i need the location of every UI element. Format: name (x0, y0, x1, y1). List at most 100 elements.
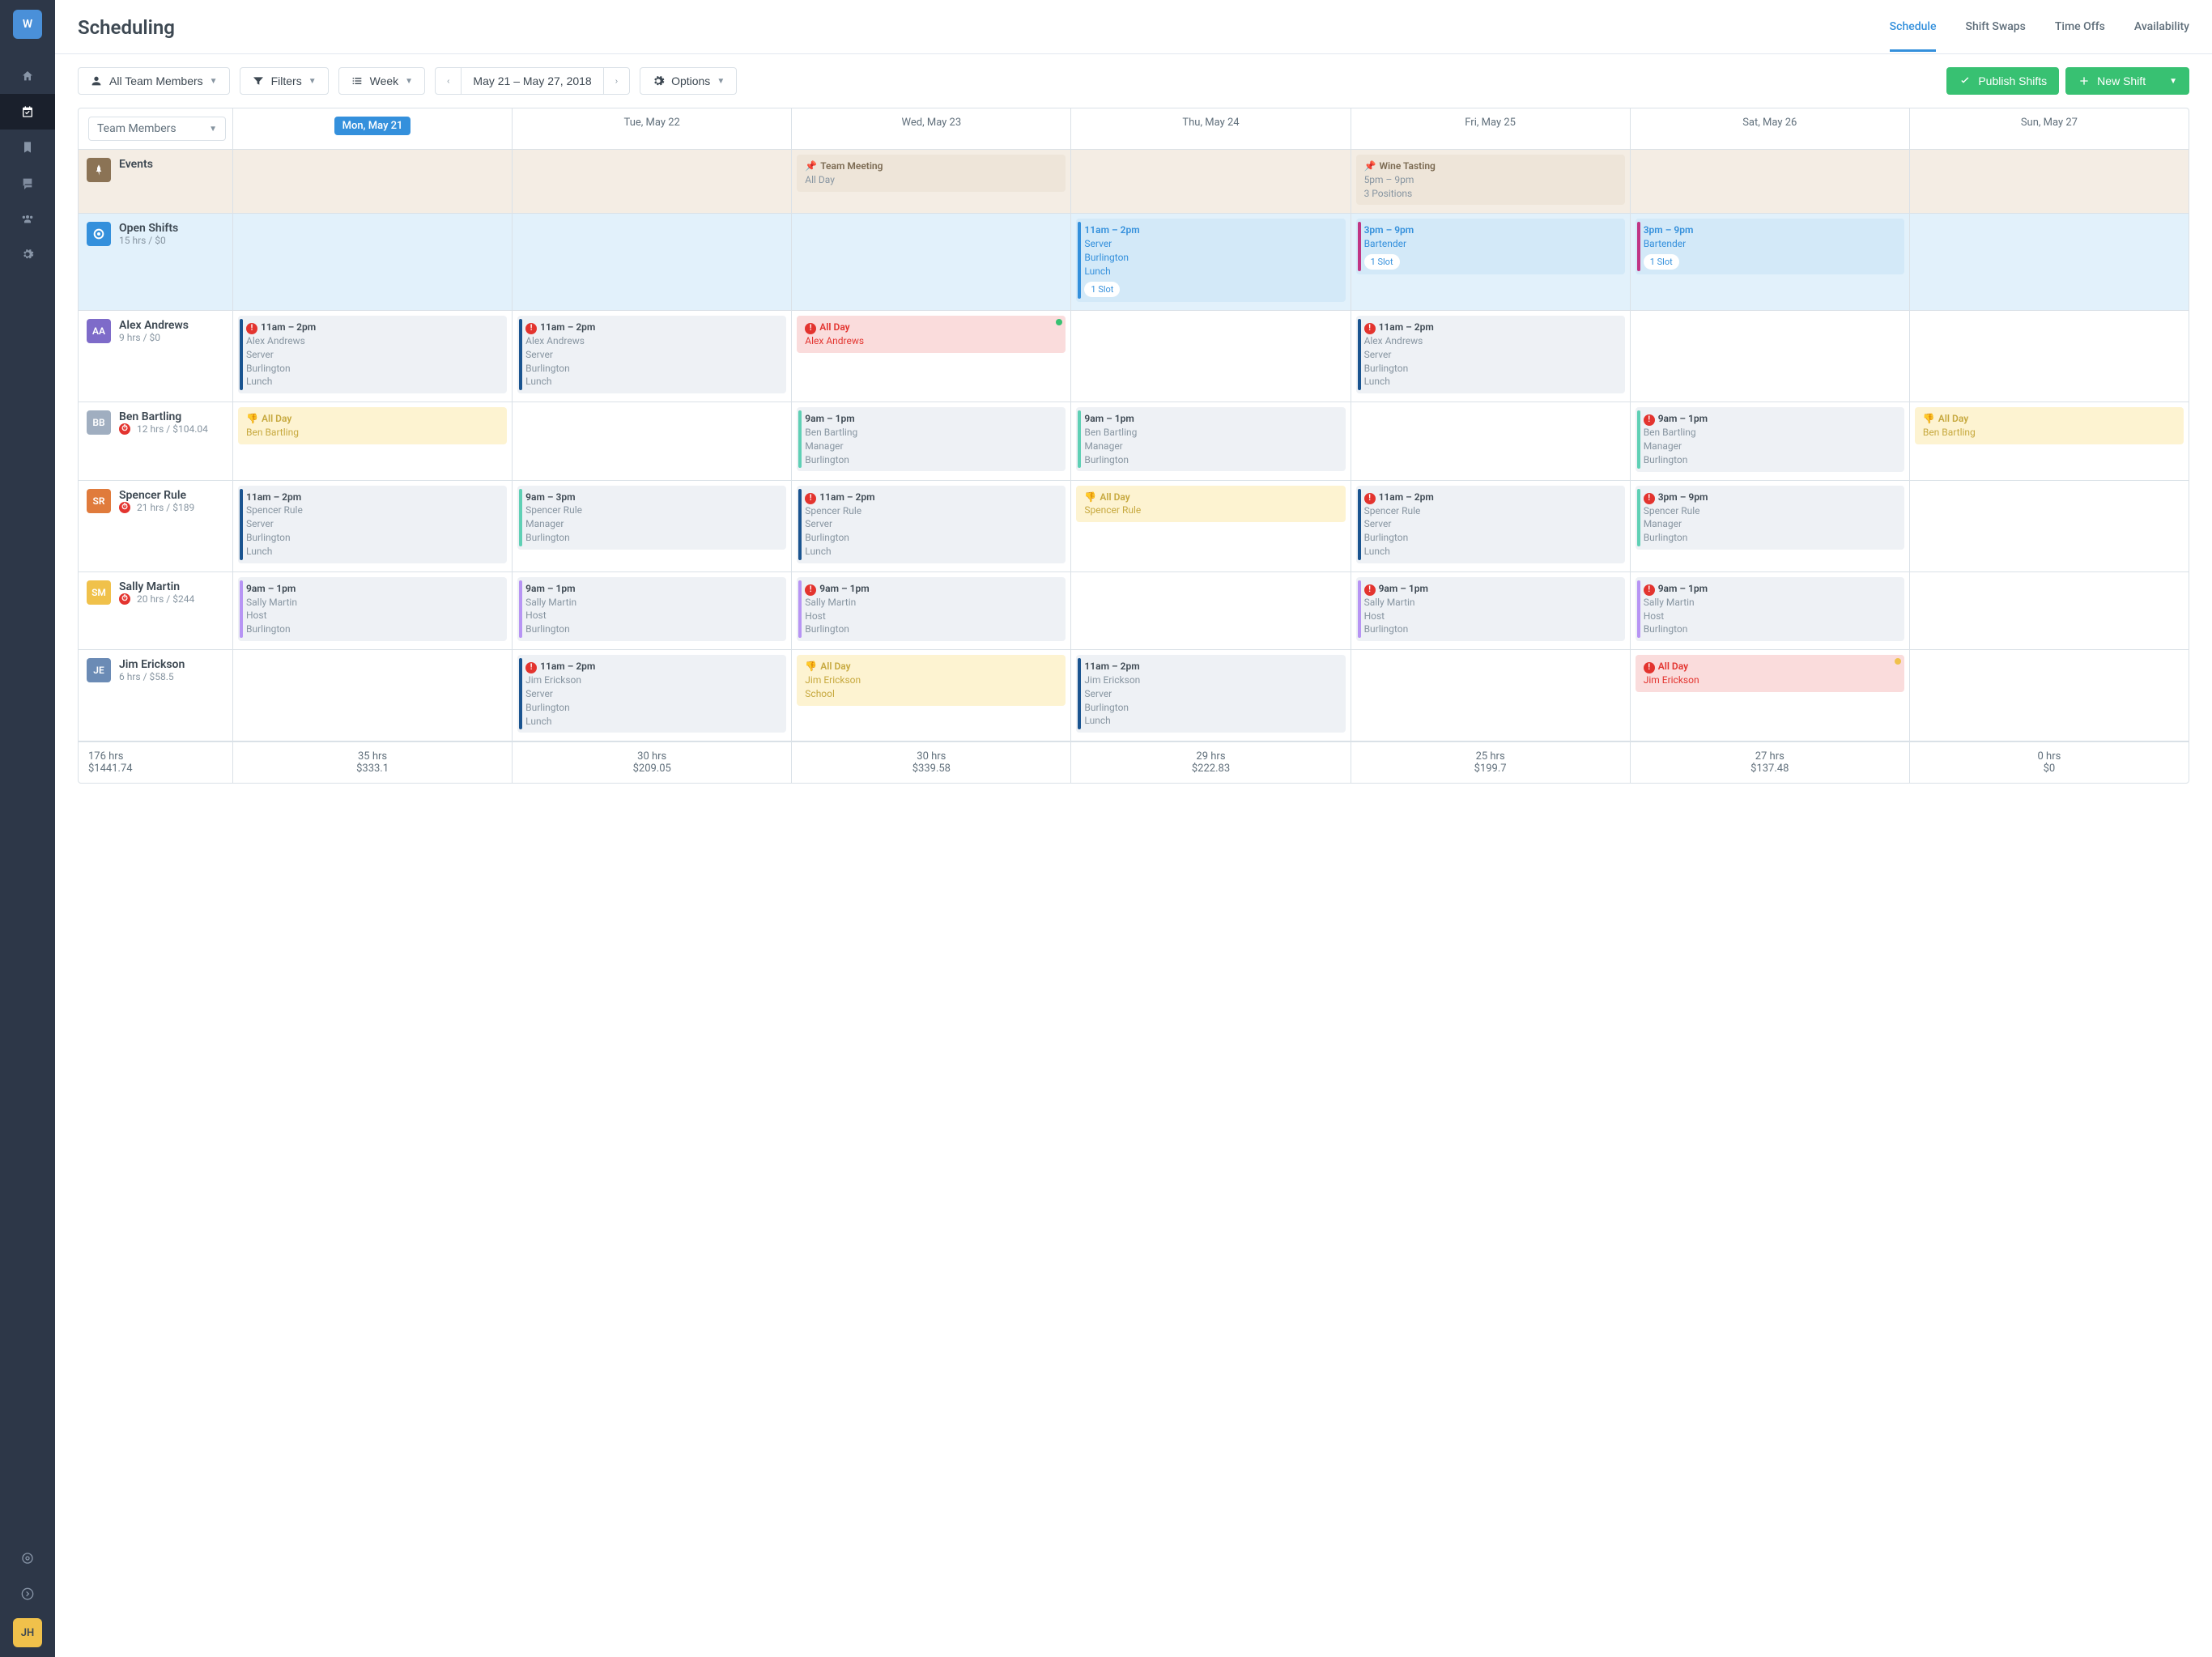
schedule-cell[interactable] (232, 214, 512, 310)
new-shift-button[interactable]: New Shift (2065, 67, 2158, 95)
shift-card[interactable]: 9am – 3pmSpencer RuleManagerBurlington (517, 486, 786, 550)
schedule-cell[interactable]: 11am – 2pmJim EricksonServerBurlingtonLu… (1070, 650, 1350, 741)
schedule-cell[interactable]: !11am – 2pmSpencer RuleServerBurlingtonL… (791, 481, 1070, 571)
shift-card[interactable]: !9am – 1pmBen BartlingManagerBurlington (1636, 407, 1904, 471)
day-header[interactable]: Wed, May 23 (791, 108, 1070, 149)
schedule-cell[interactable] (232, 650, 512, 741)
day-header[interactable]: Thu, May 24 (1070, 108, 1350, 149)
nav-logout[interactable] (0, 1576, 55, 1612)
row-label[interactable]: SRSpencer Rule⏱21 hrs / $189 (79, 481, 232, 571)
schedule-cell[interactable]: 📌Team MeetingAll Day (791, 150, 1070, 213)
shift-card[interactable]: 👎All DayBen Bartling (1915, 407, 2184, 444)
next-week-button[interactable]: › (603, 67, 630, 95)
new-shift-dropdown[interactable]: ▼ (2157, 67, 2189, 95)
shift-card[interactable]: !11am – 2pmAlex AndrewsServerBurlingtonL… (1356, 316, 1625, 393)
user-avatar[interactable]: JH (13, 1618, 42, 1647)
row-label[interactable]: Events (79, 150, 232, 213)
day-header[interactable]: Sun, May 27 (1909, 108, 2189, 149)
schedule-cell[interactable] (1070, 572, 1350, 649)
schedule-cell[interactable]: !9am – 1pmSally MartinHostBurlington (1351, 572, 1630, 649)
shift-card[interactable]: 👎All DayJim EricksonSchool (797, 655, 1066, 705)
row-label[interactable]: Open Shifts15 hrs / $0 (79, 214, 232, 310)
prev-week-button[interactable]: ‹ (435, 67, 462, 95)
shift-card[interactable]: 11am – 2pmSpencer RuleServerBurlingtonLu… (238, 486, 507, 563)
schedule-cell[interactable]: 👎All DayJim EricksonSchool (791, 650, 1070, 741)
schedule-cell[interactable]: !9am – 1pmSally MartinHostBurlington (791, 572, 1070, 649)
shift-card[interactable]: !9am – 1pmSally MartinHostBurlington (1356, 577, 1625, 641)
schedule-cell[interactable] (512, 150, 791, 213)
schedule-cell[interactable]: !3pm – 9pmSpencer RuleManagerBurlington (1630, 481, 1909, 571)
nav-chat[interactable] (0, 165, 55, 201)
schedule-cell[interactable]: 11am – 2pmServerBurlingtonLunch1 Slot (1070, 214, 1350, 310)
schedule-cell[interactable] (1909, 650, 2189, 741)
shift-card[interactable]: !All DayAlex Andrews (797, 316, 1066, 353)
shift-card[interactable]: 9am – 1pmBen BartlingManagerBurlington (797, 407, 1066, 471)
shift-card[interactable]: !11am – 2pmSpencer RuleServerBurlingtonL… (797, 486, 1066, 563)
schedule-cell[interactable]: 3pm – 9pmBartender1 Slot (1630, 214, 1909, 310)
row-label[interactable]: BBBen Bartling⏱12 hrs / $104.04 (79, 402, 232, 479)
shift-card[interactable]: 📌Team MeetingAll Day (797, 155, 1066, 192)
shift-card[interactable]: 👎All DayBen Bartling (238, 407, 507, 444)
row-label[interactable]: JEJim Erickson6 hrs / $58.5 (79, 650, 232, 741)
schedule-cell[interactable]: 9am – 1pmBen BartlingManagerBurlington (791, 402, 1070, 479)
row-label[interactable]: SMSally Martin⏱20 hrs / $244 (79, 572, 232, 649)
schedule-cell[interactable]: !11am – 2pmAlex AndrewsServerBurlingtonL… (232, 311, 512, 402)
schedule-cell[interactable]: 📌Wine Tasting5pm – 9pm3 Positions (1351, 150, 1630, 213)
schedule-cell[interactable]: !All DayJim Erickson (1630, 650, 1909, 741)
schedule-cell[interactable]: !11am – 2pmAlex AndrewsServerBurlingtonL… (512, 311, 791, 402)
schedule-cell[interactable]: !9am – 1pmSally MartinHostBurlington (1630, 572, 1909, 649)
shift-card[interactable]: 3pm – 9pmBartender1 Slot (1356, 219, 1625, 274)
shift-card[interactable]: 3pm – 9pmBartender1 Slot (1636, 219, 1904, 274)
schedule-cell[interactable]: 3pm – 9pmBartender1 Slot (1351, 214, 1630, 310)
schedule-cell[interactable]: 11am – 2pmSpencer RuleServerBurlingtonLu… (232, 481, 512, 571)
view-mode-button[interactable]: Week▼ (338, 67, 425, 95)
shift-card[interactable]: !11am – 2pmSpencer RuleServerBurlingtonL… (1356, 486, 1625, 563)
nav-settings[interactable] (0, 236, 55, 272)
schedule-cell[interactable]: 👎All DayBen Bartling (232, 402, 512, 479)
schedule-cell[interactable] (1909, 150, 2189, 213)
schedule-cell[interactable] (1909, 481, 2189, 571)
schedule-cell[interactable] (791, 214, 1070, 310)
date-range-button[interactable]: May 21 – May 27, 2018 (461, 67, 603, 95)
shift-card[interactable]: 11am – 2pmJim EricksonServerBurlingtonLu… (1076, 655, 1345, 733)
schedule-cell[interactable] (1351, 650, 1630, 741)
shift-card[interactable]: !9am – 1pmSally MartinHostBurlington (1636, 577, 1904, 641)
schedule-cell[interactable]: !9am – 1pmBen BartlingManagerBurlington (1630, 402, 1909, 479)
schedule-cell[interactable] (1070, 150, 1350, 213)
schedule-cell[interactable] (1909, 311, 2189, 402)
schedule-cell[interactable]: !11am – 2pmAlex AndrewsServerBurlingtonL… (1351, 311, 1630, 402)
shift-card[interactable]: 9am – 1pmSally MartinHostBurlington (517, 577, 786, 641)
nav-team[interactable] (0, 201, 55, 236)
row-label[interactable]: AAAlex Andrews9 hrs / $0 (79, 311, 232, 402)
options-button[interactable]: Options▼ (640, 67, 737, 95)
shift-card[interactable]: 📌Wine Tasting5pm – 9pm3 Positions (1356, 155, 1625, 205)
tab-schedule[interactable]: Schedule (1890, 20, 1937, 52)
day-header[interactable]: Sat, May 26 (1630, 108, 1909, 149)
schedule-cell[interactable]: 9am – 3pmSpencer RuleManagerBurlington (512, 481, 791, 571)
team-filter-button[interactable]: All Team Members▼ (78, 67, 230, 95)
schedule-cell[interactable]: 👎All DayBen Bartling (1909, 402, 2189, 479)
shift-card[interactable]: !9am – 1pmSally MartinHostBurlington (797, 577, 1066, 641)
nav-schedule[interactable] (0, 94, 55, 130)
schedule-cell[interactable] (1909, 572, 2189, 649)
schedule-cell[interactable] (1630, 150, 1909, 213)
day-header[interactable]: Mon, May 21 (232, 108, 512, 149)
tab-availability[interactable]: Availability (2134, 20, 2189, 52)
shift-card[interactable]: 👎All DaySpencer Rule (1076, 486, 1345, 523)
schedule-cell[interactable] (1909, 214, 2189, 310)
app-logo[interactable]: W (13, 10, 42, 39)
schedule-cell[interactable]: !11am – 2pmJim EricksonServerBurlingtonL… (512, 650, 791, 741)
schedule-cell[interactable]: 9am – 1pmBen BartlingManagerBurlington (1070, 402, 1350, 479)
nav-home[interactable] (0, 58, 55, 94)
shift-card[interactable]: !All DayJim Erickson (1636, 655, 1904, 692)
nav-help[interactable] (0, 1540, 55, 1576)
shift-card[interactable]: 9am – 1pmSally MartinHostBurlington (238, 577, 507, 641)
schedule-cell[interactable]: 9am – 1pmSally MartinHostBurlington (232, 572, 512, 649)
shift-card[interactable]: 11am – 2pmServerBurlingtonLunch1 Slot (1076, 219, 1345, 302)
publish-shifts-button[interactable]: Publish Shifts (1946, 67, 2059, 95)
schedule-cell[interactable] (1351, 402, 1630, 479)
filters-button[interactable]: Filters▼ (240, 67, 329, 95)
schedule-cell[interactable] (232, 150, 512, 213)
shift-card[interactable]: !11am – 2pmAlex AndrewsServerBurlingtonL… (517, 316, 786, 393)
shift-card[interactable]: !11am – 2pmAlex AndrewsServerBurlingtonL… (238, 316, 507, 393)
